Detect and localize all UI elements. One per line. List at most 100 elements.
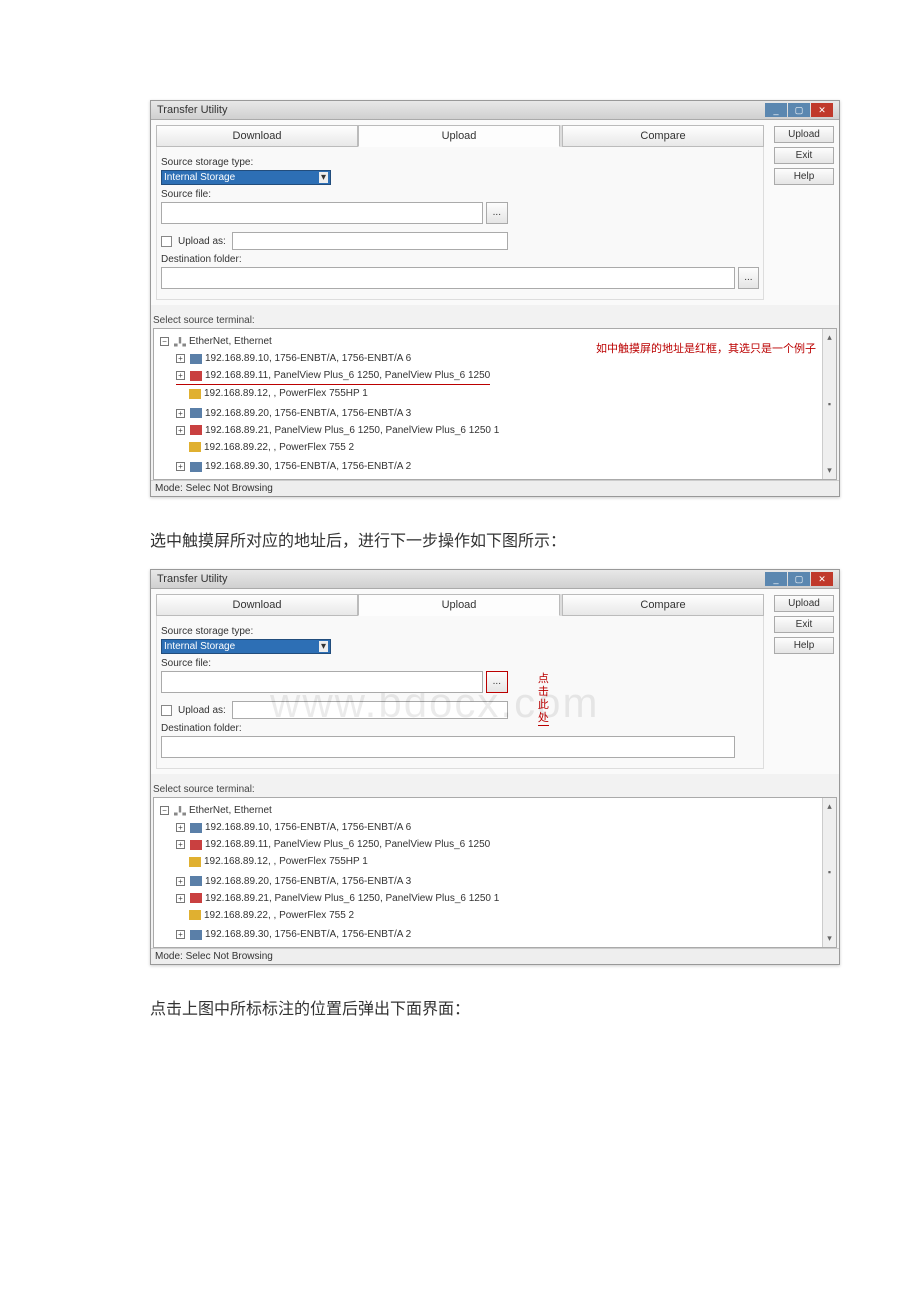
dest-browse-button[interactable]: ... — [738, 267, 759, 289]
network-icon — [174, 806, 186, 816]
expand-icon[interactable]: + — [176, 823, 185, 832]
destination-folder-input[interactable] — [161, 267, 735, 289]
window-title: Transfer Utility — [157, 573, 228, 585]
expand-icon[interactable]: + — [176, 426, 185, 435]
expand-icon[interactable]: + — [176, 371, 185, 380]
upload-as-checkbox[interactable] — [161, 236, 172, 247]
collapse-icon[interactable]: − — [160, 337, 169, 346]
scroll-thumb-icon[interactable]: ▪ — [828, 864, 831, 881]
tree-label: 192.168.89.22, , PowerFlex 755 2 — [204, 439, 354, 456]
tree-node[interactable]: +192.168.89.11, PanelView Plus_6 1250, P… — [176, 836, 490, 853]
expand-icon[interactable]: + — [176, 894, 185, 903]
maximize-button[interactable]: ▢ — [788, 103, 810, 117]
upload-button[interactable]: Upload — [774, 595, 834, 612]
scroll-down-icon[interactable]: ▾ — [827, 930, 832, 947]
module-icon — [190, 462, 202, 472]
maximize-button[interactable]: ▢ — [788, 572, 810, 586]
expand-icon[interactable]: + — [176, 930, 185, 939]
exit-button[interactable]: Exit — [774, 616, 834, 633]
source-file-label: Source file: — [161, 658, 759, 669]
module-icon — [190, 408, 202, 418]
tree-root-label: EtherNet, Ethernet — [189, 802, 272, 819]
tree-node[interactable]: 192.168.89.22, , PowerFlex 755 2 — [176, 439, 354, 456]
destination-folder-input[interactable] — [161, 736, 735, 758]
main-tabs: Download Upload Compare — [156, 125, 764, 147]
network-icon — [174, 337, 186, 347]
upload-form: Source storage type: Internal Storage ▾ … — [156, 147, 764, 300]
close-button[interactable]: ✕ — [811, 572, 833, 586]
tab-upload[interactable]: Upload — [358, 125, 560, 147]
expand-icon[interactable]: + — [176, 462, 185, 471]
expand-icon[interactable]: + — [176, 354, 185, 363]
tree-node[interactable]: +192.168.89.30, 1756-ENBT/A, 1756-ENBT/A… — [176, 926, 411, 943]
scroll-up-icon[interactable]: ▴ — [827, 329, 832, 346]
tab-download[interactable]: Download — [156, 125, 358, 147]
doc-text-1: 选中触摸屏所对应的地址后，进行下一步操作如下图所示： — [150, 527, 770, 551]
upload-as-input[interactable] — [232, 232, 508, 250]
tree-root[interactable]: − EtherNet, Ethernet — [160, 802, 272, 819]
upload-button[interactable]: Upload — [774, 126, 834, 143]
minimize-button[interactable]: _ — [765, 103, 787, 117]
tab-upload[interactable]: Upload — [358, 594, 560, 616]
tree-node[interactable]: +192.168.89.21, PanelView Plus_6 1250, P… — [176, 422, 499, 439]
terminal-tree: − EtherNet, Ethernet +192.168.89.10, 175… — [153, 328, 837, 480]
tree-root[interactable]: − EtherNet, Ethernet — [160, 333, 272, 350]
powerflex-icon — [189, 442, 201, 452]
help-button[interactable]: Help — [774, 637, 834, 654]
upload-as-input[interactable] — [232, 701, 508, 719]
tree-scrollbar[interactable]: ▴ ▪ ▾ — [822, 329, 836, 479]
tree-label: 192.168.89.20, 1756-ENBT/A, 1756-ENBT/A … — [205, 873, 411, 890]
storage-type-select[interactable]: Internal Storage ▾ — [161, 639, 331, 654]
status-bar: Mode: Selec Not Browsing — [151, 948, 839, 964]
expand-icon[interactable]: + — [176, 877, 185, 886]
module-icon — [190, 823, 202, 833]
expand-icon[interactable]: + — [176, 409, 185, 418]
minimize-button[interactable]: _ — [765, 572, 787, 586]
tree-node[interactable]: 192.168.89.22, , PowerFlex 755 2 — [176, 907, 354, 924]
tree-node-selected[interactable]: +192.168.89.11, PanelView Plus_6 1250, P… — [176, 367, 490, 385]
tree-node[interactable]: +192.168.89.20, 1756-ENBT/A, 1756-ENBT/A… — [176, 405, 411, 422]
source-file-label: Source file: — [161, 189, 759, 200]
tree-label: 192.168.89.20, 1756-ENBT/A, 1756-ENBT/A … — [205, 405, 411, 422]
left-panel: Download Upload Compare Source storage t… — [151, 120, 769, 305]
tree-root-label: EtherNet, Ethernet — [189, 333, 272, 350]
tree-label: 192.168.89.11, PanelView Plus_6 1250, Pa… — [205, 836, 490, 853]
tree-scrollbar[interactable]: ▴ ▪ ▾ — [822, 798, 836, 947]
close-button[interactable]: ✕ — [811, 103, 833, 117]
tree-label: 192.168.89.12, , PowerFlex 755HP 1 — [204, 853, 368, 870]
tab-compare[interactable]: Compare — [562, 594, 764, 616]
tree-node[interactable]: 192.168.89.12, , PowerFlex 755HP 1 — [176, 385, 368, 402]
tree-node[interactable]: +192.168.89.10, 1756-ENBT/A, 1756-ENBT/A… — [176, 819, 411, 836]
titlebar[interactable]: Transfer Utility _ ▢ ✕ — [151, 101, 839, 120]
tree-label: 192.168.89.10, 1756-ENBT/A, 1756-ENBT/A … — [205, 819, 411, 836]
tree-node[interactable]: +192.168.89.30, 1756-ENBT/A, 1756-ENBT/A… — [176, 458, 411, 475]
tab-compare[interactable]: Compare — [562, 125, 764, 147]
storage-type-select[interactable]: Internal Storage ▾ — [161, 170, 331, 185]
tree-node[interactable]: +192.168.89.21, PanelView Plus_6 1250, P… — [176, 890, 499, 907]
tree-node[interactable]: +192.168.89.10, 1756-ENBT/A, 1756-ENBT/A… — [176, 350, 411, 367]
source-file-input[interactable] — [161, 202, 483, 224]
panelview-icon — [190, 371, 202, 381]
upload-as-checkbox[interactable] — [161, 705, 172, 716]
help-button[interactable]: Help — [774, 168, 834, 185]
browse-button[interactable]: ... — [486, 202, 508, 224]
scroll-up-icon[interactable]: ▴ — [827, 798, 832, 815]
doc-text-2: 点击上图中所标标注的位置后弹出下面界面： — [150, 995, 770, 1019]
tab-download[interactable]: Download — [156, 594, 358, 616]
select-terminal-label: Select source terminal: — [153, 315, 837, 326]
scroll-thumb-icon[interactable]: ▪ — [828, 396, 831, 413]
source-file-input[interactable] — [161, 671, 483, 693]
exit-button[interactable]: Exit — [774, 147, 834, 164]
tree-node[interactable]: +192.168.89.20, 1756-ENBT/A, 1756-ENBT/A… — [176, 873, 411, 890]
expand-icon[interactable]: + — [176, 840, 185, 849]
tree-label: 192.168.89.10, 1756-ENBT/A, 1756-ENBT/A … — [205, 350, 411, 367]
window-body: Download Upload Compare Source storage t… — [151, 589, 839, 774]
module-icon — [190, 930, 202, 940]
browse-button[interactable]: ... — [486, 671, 508, 693]
titlebar[interactable]: Transfer Utility _ ▢ ✕ — [151, 570, 839, 589]
scroll-down-icon[interactable]: ▾ — [827, 462, 832, 479]
upload-as-label: Upload as: — [178, 705, 226, 716]
tree-node[interactable]: 192.168.89.12, , PowerFlex 755HP 1 — [176, 853, 368, 870]
collapse-icon[interactable]: − — [160, 806, 169, 815]
window-controls: _ ▢ ✕ — [765, 572, 833, 586]
